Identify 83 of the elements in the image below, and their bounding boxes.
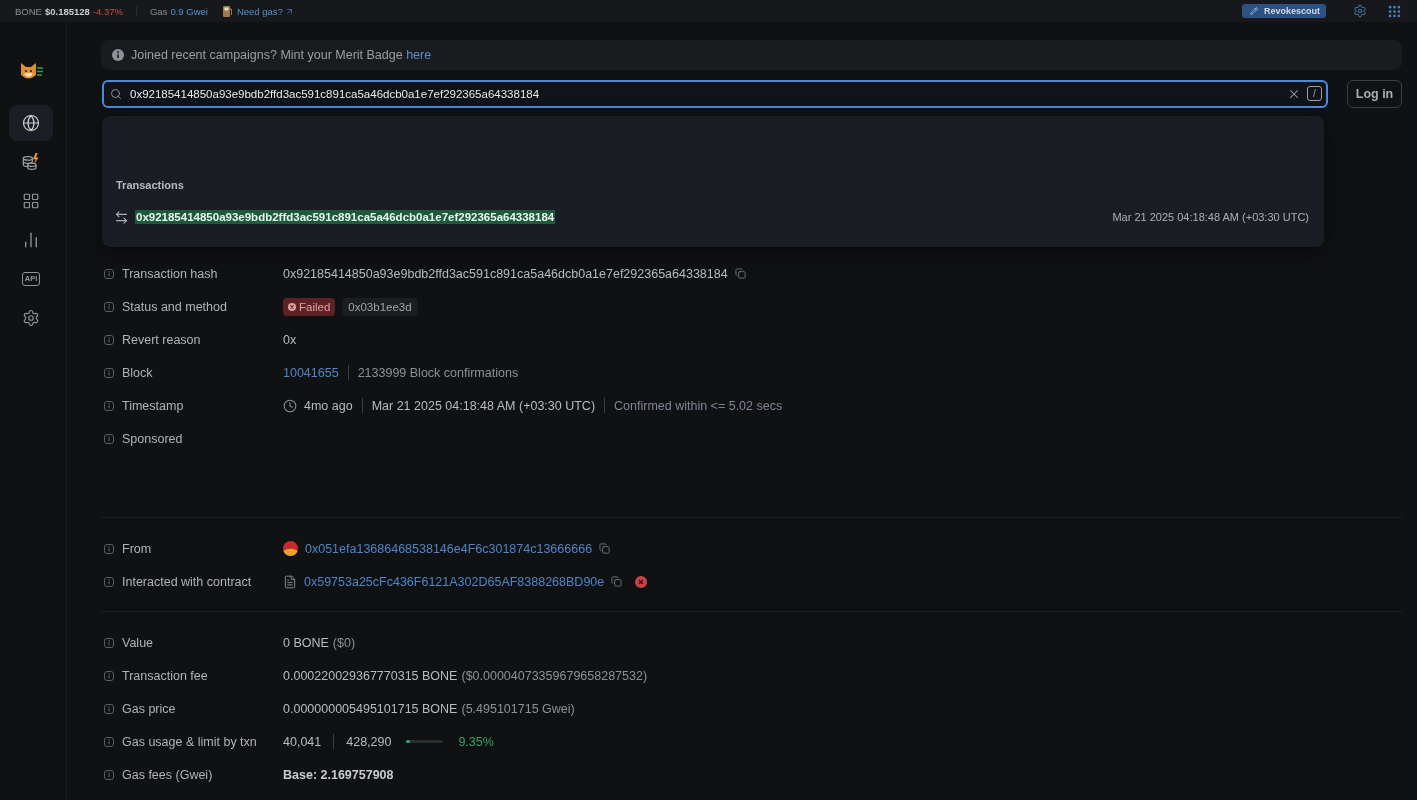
info-icon[interactable] <box>104 736 114 747</box>
gas-label: Gas <box>149 5 168 17</box>
field-label: Interacted with contract <box>122 574 252 589</box>
copy-icon[interactable] <box>599 543 611 554</box>
gas-used: 40,041 <box>283 734 322 749</box>
login-button[interactable]: Log in <box>1347 80 1402 108</box>
copy-icon[interactable] <box>734 268 746 279</box>
confirmation-time: Confirmed within <= 5.02 secs <box>614 398 783 413</box>
info-icon[interactable] <box>104 400 114 411</box>
result-timestamp: Mar 21 2025 04:18:48 AM (+03:30 UTC) <box>1112 211 1309 223</box>
status-label: Failed <box>299 300 331 313</box>
timestamp-date: Mar 21 2025 04:18:48 AM (+03:30 UTC) <box>371 398 596 413</box>
field-label: Value <box>122 635 154 650</box>
search-icon <box>110 88 122 100</box>
gas-usage-percent: 9.35% <box>458 734 494 749</box>
info-icon[interactable] <box>104 268 114 279</box>
external-link-icon <box>284 6 294 16</box>
token-price: $0.185128 <box>44 5 90 17</box>
info-icon[interactable] <box>104 637 114 648</box>
search-result-item[interactable]: 0x92185414850a93e9bdb2ffd3ac591c891ca5a46dcb0a1e7ef292365a64338184 Mar 21 2025 04:18:48 AM (+03:30 UTC) <box>114 205 1309 229</box>
block-confirmations: 2133999 Block confirmations <box>357 365 519 380</box>
bar-chart-icon <box>22 231 40 249</box>
revokescout-button[interactable]: Revokescout <box>1241 4 1326 18</box>
info-icon[interactable] <box>104 670 114 681</box>
avatar-icon <box>283 541 298 556</box>
address-link[interactable]: 0x051efa13686468538146e4F6c301874c13666666 <box>305 541 593 556</box>
field-label: Block <box>122 365 153 380</box>
clock-icon <box>283 398 297 413</box>
info-icon[interactable] <box>104 367 114 378</box>
base-fee-value: Base: 2.169757908 <box>283 767 394 782</box>
field-label: Gas usage & limit by txn <box>122 734 257 749</box>
info-icon[interactable] <box>104 769 114 780</box>
transaction-hash: 0x92185414850a93e9bdb2ffd3ac591c891ca5a46dcb0a1e7ef292365a64338184 <box>283 266 728 281</box>
field-value: 0x <box>283 332 297 347</box>
info-icon[interactable] <box>104 301 114 312</box>
need-gas-link[interactable]: Need gas? <box>236 5 294 17</box>
shortcut-key: / <box>1307 86 1322 101</box>
pencil-icon <box>1249 7 1258 15</box>
info-icon <box>112 49 124 61</box>
info-icon[interactable] <box>104 576 114 587</box>
field-label: Sponsored <box>122 431 183 446</box>
fuel-pump-icon <box>222 5 232 17</box>
method-tag: 0x03b1ee3d <box>342 297 418 316</box>
info-icon[interactable] <box>104 334 114 345</box>
amount-value: 0.000220029367770315 BONE <box>283 668 458 683</box>
field-label: Gas fees (Gwei) <box>122 767 213 782</box>
copy-icon[interactable] <box>611 576 623 587</box>
here-link[interactable]: here <box>406 48 432 62</box>
amount-note: ($0.00004073359679658287532) <box>461 668 648 683</box>
globe-icon <box>22 114 40 132</box>
settings-icon[interactable] <box>1353 4 1367 18</box>
error-icon <box>288 302 296 311</box>
results-heading: Transactions <box>116 179 185 191</box>
field-label: Timestamp <box>122 398 184 413</box>
time-ago: 4mo ago <box>304 398 353 413</box>
contract-link[interactable]: 0x59753a25cFc436F6121A302D65AF8388268BD90e <box>304 574 605 589</box>
result-hash: 0x92185414850a93e9bdb2ffd3ac591c891ca5a46dcb0a1e7ef292365a64338184 <box>135 210 556 224</box>
gas-price: 0.9 Gwei <box>170 5 208 17</box>
field-label: Status and method <box>122 299 227 314</box>
price-change: -4.37% <box>92 5 123 17</box>
coins-bolt-icon <box>22 153 40 171</box>
document-icon <box>283 574 297 589</box>
field-label: Revert reason <box>122 332 201 347</box>
amount-value: 0.000000005495101715 BONE <box>283 701 458 716</box>
transfer-arrows-icon <box>114 209 129 225</box>
info-icon[interactable] <box>104 543 114 554</box>
field-label: Transaction fee <box>122 668 208 683</box>
field-label: Transaction hash <box>122 266 218 281</box>
amount-value: 0 BONE <box>283 635 329 650</box>
info-icon[interactable] <box>104 703 114 714</box>
settings-icon <box>22 309 40 327</box>
field-label: Gas price <box>122 701 176 716</box>
amount-note: ($0) <box>332 635 356 650</box>
info-icon[interactable] <box>104 433 114 444</box>
token-symbol: BONE <box>15 5 42 17</box>
grid-icon <box>22 192 40 210</box>
gas-limit: 428,290 <box>346 734 392 749</box>
apps-grid-icon[interactable] <box>1387 3 1402 19</box>
alert-message: Joined recent campaigns? Mint your Merit Badge here <box>131 48 432 62</box>
amount-note: (5.495101715 Gwei) <box>461 701 575 716</box>
field-label: From <box>122 541 152 556</box>
sidebar-item[interactable] <box>9 105 53 141</box>
block-link[interactable]: 10041655 <box>283 365 339 380</box>
